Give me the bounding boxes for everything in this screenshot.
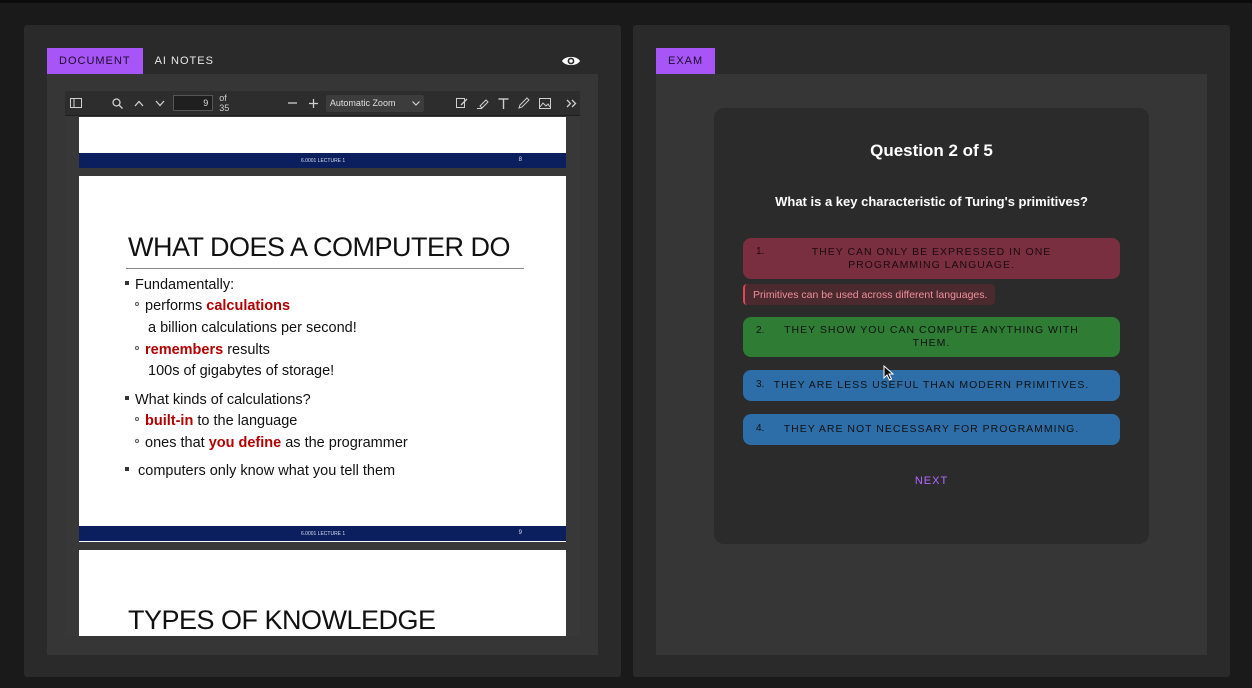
search-icon[interactable] [109, 94, 127, 112]
slide-footer-label: 6.0001 LECTURE 1 [301, 531, 346, 537]
slide-title: WHAT DOES A COMPUTER DO [128, 232, 511, 262]
slide-footer-page-number: 9 [518, 530, 522, 536]
draw-icon[interactable] [515, 94, 533, 112]
bullet-item: Fundamentally: [125, 277, 234, 293]
answer-option-1[interactable]: 1. THEY CAN ONLY BE EXPRESSED IN ONE PRO… [743, 238, 1120, 279]
zoom-select-value: Automatic Zoom [329, 98, 396, 108]
top-border [0, 0, 1252, 3]
page-total: of 35 [219, 93, 230, 113]
page-number-input[interactable] [173, 95, 214, 111]
chevron-down-icon [411, 100, 420, 106]
pdf-viewer: of 35 Automatic Zoom [65, 91, 580, 636]
sub-bullet-item: remembers results [135, 342, 270, 358]
pdf-page-9: WHAT DOES A COMPUTER DO Fundamentally: p… [79, 176, 566, 542]
bullet-item: What kinds of calculations? [125, 392, 311, 408]
sub-bullet-line: a billion calculations per second! [148, 320, 357, 336]
question-counter: Question 2 of 5 [870, 141, 993, 160]
zoom-select[interactable]: Automatic Zoom [325, 94, 424, 112]
next-button[interactable]: NEXT [714, 475, 1149, 487]
plus-icon[interactable] [304, 94, 322, 112]
title-divider [126, 268, 524, 269]
document-tabbar: DOCUMENT AI NOTES [47, 48, 226, 74]
exam-area: Question 2 of 5 What is a key characteri… [656, 74, 1207, 655]
document-panel: DOCUMENT AI NOTES 9 of 35 Automatic Zoom… [24, 25, 621, 677]
pdf-page-10: TYPES OF KNOWLEDGE [79, 550, 566, 636]
highlight-icon[interactable] [474, 94, 492, 112]
sub-bullet-item: built-in to the language [135, 413, 297, 429]
chevron-down-icon[interactable] [152, 94, 170, 112]
question-card: Question 2 of 5 What is a key characteri… [714, 108, 1149, 544]
tab-document[interactable]: DOCUMENT [47, 48, 143, 74]
answer-feedback: Primitives can be used across different … [743, 284, 996, 305]
sub-bullet-item: performs calculations [135, 298, 290, 314]
sub-bullet-line: 100s of gigabytes of storage! [148, 363, 335, 379]
tab-ai-notes[interactable]: AI NOTES [143, 48, 226, 74]
mouse-cursor-icon [883, 365, 895, 381]
pdf-toolbar: of 35 Automatic Zoom [65, 91, 580, 116]
option-text: THEY ARE LESS USEFUL THAN MODERN PRIMITI… [773, 379, 1090, 391]
tab-exam[interactable]: EXAM [656, 48, 716, 74]
eye-icon[interactable] [561, 53, 581, 69]
app-window: DOCUMENT AI NOTES 9 of 35 Automatic Zoom… [0, 0, 1252, 688]
minus-icon[interactable] [284, 94, 302, 112]
option-number: 2. [756, 325, 765, 336]
option-text: THEY ARE NOT NECESSARY FOR PROGRAMMING. [783, 423, 1080, 435]
exam-panel: EXAM Question 2 of 5 What is a key chara… [633, 25, 1230, 677]
slide-footer: 6.0001 LECTURE 1 8 [79, 153, 566, 168]
slide-footer-label: 6.0001 LECTURE 1 [301, 158, 346, 164]
sub-bullet-item: ones that you define as the programmer [135, 435, 408, 451]
sidebar-toggle-icon[interactable] [67, 94, 85, 112]
option-number: 3. [756, 379, 765, 390]
text-icon[interactable] [495, 94, 513, 112]
document-area: of 35 Automatic Zoom [47, 74, 598, 655]
answer-option-4[interactable]: 4. THEY ARE NOT NECESSARY FOR PROGRAMMIN… [743, 414, 1120, 445]
slide-footer: 6.0001 LECTURE 1 9 [79, 526, 566, 541]
chevron-up-icon[interactable] [130, 94, 148, 112]
pdf-page-8: 6.0001 LECTURE 1 8 [79, 117, 566, 168]
option-text: THEY SHOW YOU CAN COMPUTE ANYTHING WITH … [784, 324, 1079, 349]
image-icon[interactable] [536, 94, 554, 112]
option-text: THEY CAN ONLY BE EXPRESSED IN ONE PROGRA… [811, 245, 1052, 271]
exam-tabbar: EXAM [656, 48, 716, 74]
edit-icon[interactable] [454, 94, 472, 112]
answer-option-2[interactable]: 2. THEY SHOW YOU CAN COMPUTE ANYTHING WI… [743, 317, 1120, 357]
option-number: 1. [756, 246, 765, 257]
option-number: 4. [756, 423, 765, 434]
bullet-item: computers only know what you tell them [125, 463, 395, 479]
answer-option-3[interactable]: 3. THEY ARE LESS USEFUL THAN MODERN PRIM… [743, 370, 1120, 401]
more-tools-icon[interactable] [562, 94, 580, 112]
question-text: What is a key characteristic of Turing's… [775, 194, 1088, 209]
slide-title: TYPES OF KNOWLEDGE [128, 605, 436, 635]
slide-footer-page-number: 8 [518, 157, 522, 163]
